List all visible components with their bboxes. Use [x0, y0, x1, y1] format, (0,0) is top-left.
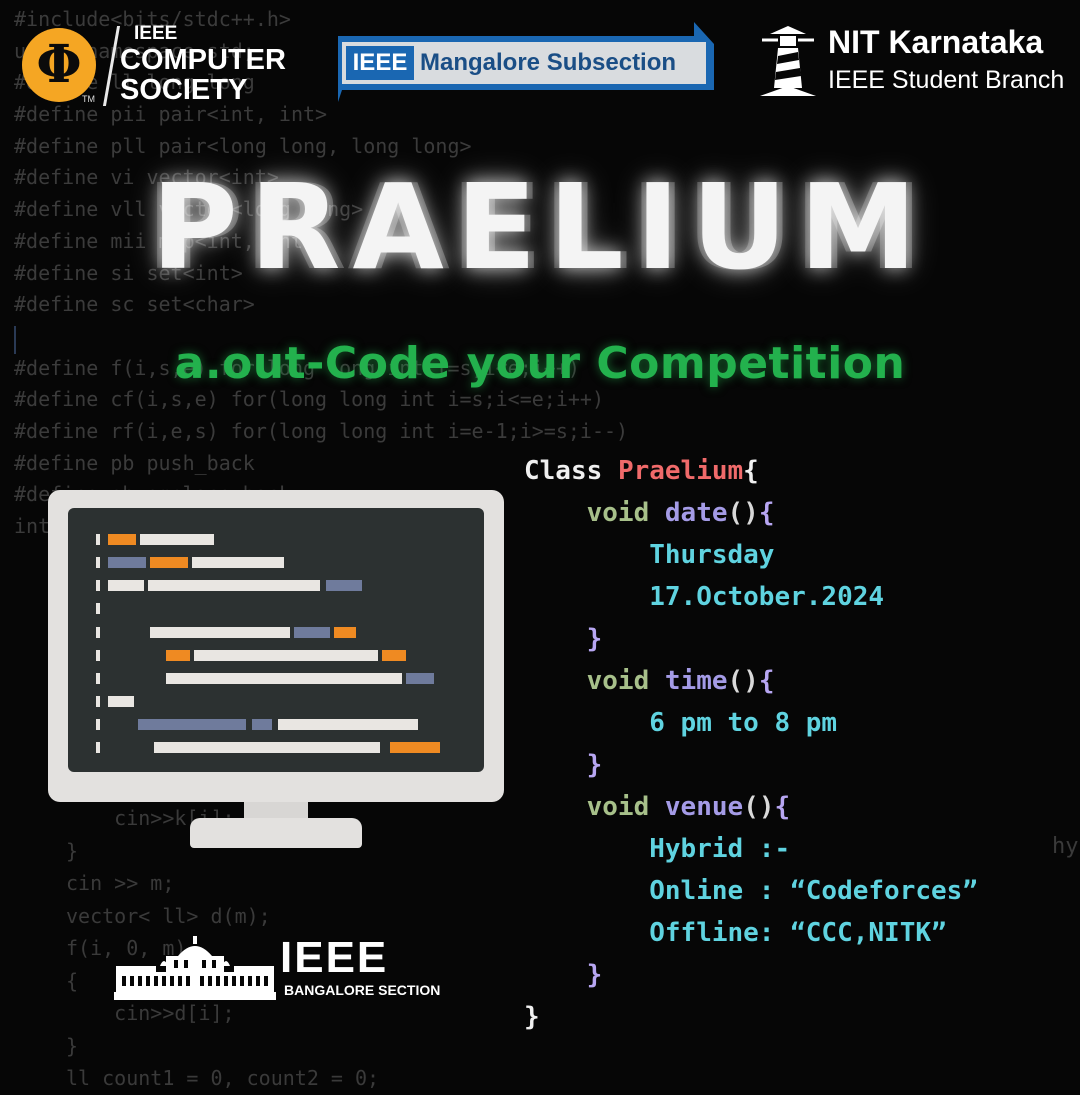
mangalore-subsection-label: Mangalore Subsection [420, 49, 677, 76]
computer-monitor-illustration [48, 490, 504, 850]
background-code-fragment: hy [1052, 834, 1079, 859]
code-line: #define cf(i,s,e) for(long long int i=s;… [14, 387, 605, 412]
event-date: 17.October.2024 [649, 582, 885, 612]
code-line: vector< ll> d(m); [66, 903, 271, 928]
time-close-line: } [524, 744, 978, 786]
ieee-mangalore-subsection-logo: IEEE Mangalore Subsection [338, 22, 714, 102]
mangalore-ieee-label: IEEE [346, 46, 414, 80]
void-keyword: void [586, 666, 650, 696]
phi-icon: Φ [36, 34, 82, 95]
class-close-brace: } [524, 1002, 540, 1032]
parens: () [727, 498, 759, 528]
class-keyword: Class [524, 456, 603, 486]
ieee-bangalore-section-logo: IEEE BANGALORE SECTION [114, 933, 440, 1006]
event-day: Thursday [649, 540, 775, 570]
class-open-brace: { [743, 456, 759, 486]
parens: () [743, 792, 775, 822]
venue-close-line: } [524, 954, 978, 996]
cs-ieee-label: IEEE [134, 23, 178, 44]
logo-divider [102, 26, 121, 106]
venue-mode-line: Hybrid :- [524, 828, 978, 870]
event-title: PRAELIUM [151, 158, 929, 296]
date-function: void date(){ [524, 492, 978, 534]
open-brace: { [774, 792, 791, 822]
date-close-line: } [524, 618, 978, 660]
class-name: Praelium [617, 456, 744, 486]
open-brace: { [758, 498, 775, 528]
event-details-code: Class Praelium{ void date(){ Thursday 17… [524, 450, 978, 1038]
close-brace: } [586, 624, 603, 654]
code-line: } [66, 1033, 79, 1058]
cs-computer-label: COMPUTER [120, 44, 286, 76]
class-close-line: } [524, 996, 978, 1038]
palace-icon [114, 936, 276, 1000]
nitk-student-branch-logo: NIT Karnataka IEEE Student Branch [760, 22, 1070, 102]
class-declaration: Class Praelium{ [524, 450, 978, 492]
time-value-line: 6 pm to 8 pm [524, 702, 978, 744]
void-keyword: void [586, 792, 650, 822]
code-line: #define rf(i,e,s) for(long long int i=e-… [14, 418, 629, 443]
date-function-name: date [664, 498, 728, 528]
event-tagline: a.out-Code your Competition [174, 338, 906, 389]
void-keyword: void [586, 498, 650, 528]
bangalore-ieee-label: IEEE [280, 933, 389, 982]
venue-mode: Hybrid :- [649, 834, 791, 864]
trademark-mark: TM [82, 94, 95, 104]
time-function: void time(){ [524, 660, 978, 702]
cs-society-label: SOCIETY [120, 74, 248, 106]
open-brace: { [758, 666, 775, 696]
venue-offline-line: Offline: “CCC,NITK” [524, 912, 978, 954]
nitk-subtitle: IEEE Student Branch [828, 66, 1065, 94]
close-brace: } [586, 750, 603, 780]
nitk-title: NIT Karnataka [828, 24, 1044, 60]
code-line: ll count1 = 0, count2 = 0; [66, 1066, 380, 1090]
computer-society-wordmark: IEEE COMPUTER SOCIETY [120, 24, 286, 105]
code-line: cin >> m; [66, 871, 175, 895]
monitor-stand [190, 818, 362, 848]
venue-online-line: Online : “Codeforces” [524, 870, 978, 912]
close-brace: } [586, 960, 603, 990]
lighthouse-icon [760, 26, 816, 96]
date-full-line: 17.October.2024 [524, 576, 978, 618]
bangalore-section-label: BANGALORE SECTION [284, 982, 441, 998]
venue-online: Online : “Codeforces” [649, 876, 978, 906]
monitor-screen [68, 508, 484, 772]
venue-function: void venue(){ [524, 786, 978, 828]
parens: () [727, 666, 759, 696]
ieee-computer-society-logo: Φ TM IEEE COMPUTER SOCIETY [22, 24, 302, 106]
venue-function-name: venue [664, 792, 744, 822]
event-time: 6 pm to 8 pm [649, 708, 838, 738]
date-day-line: Thursday [524, 534, 978, 576]
time-function-name: time [664, 666, 728, 696]
venue-offline: Offline: “CCC,NITK” [649, 918, 947, 948]
